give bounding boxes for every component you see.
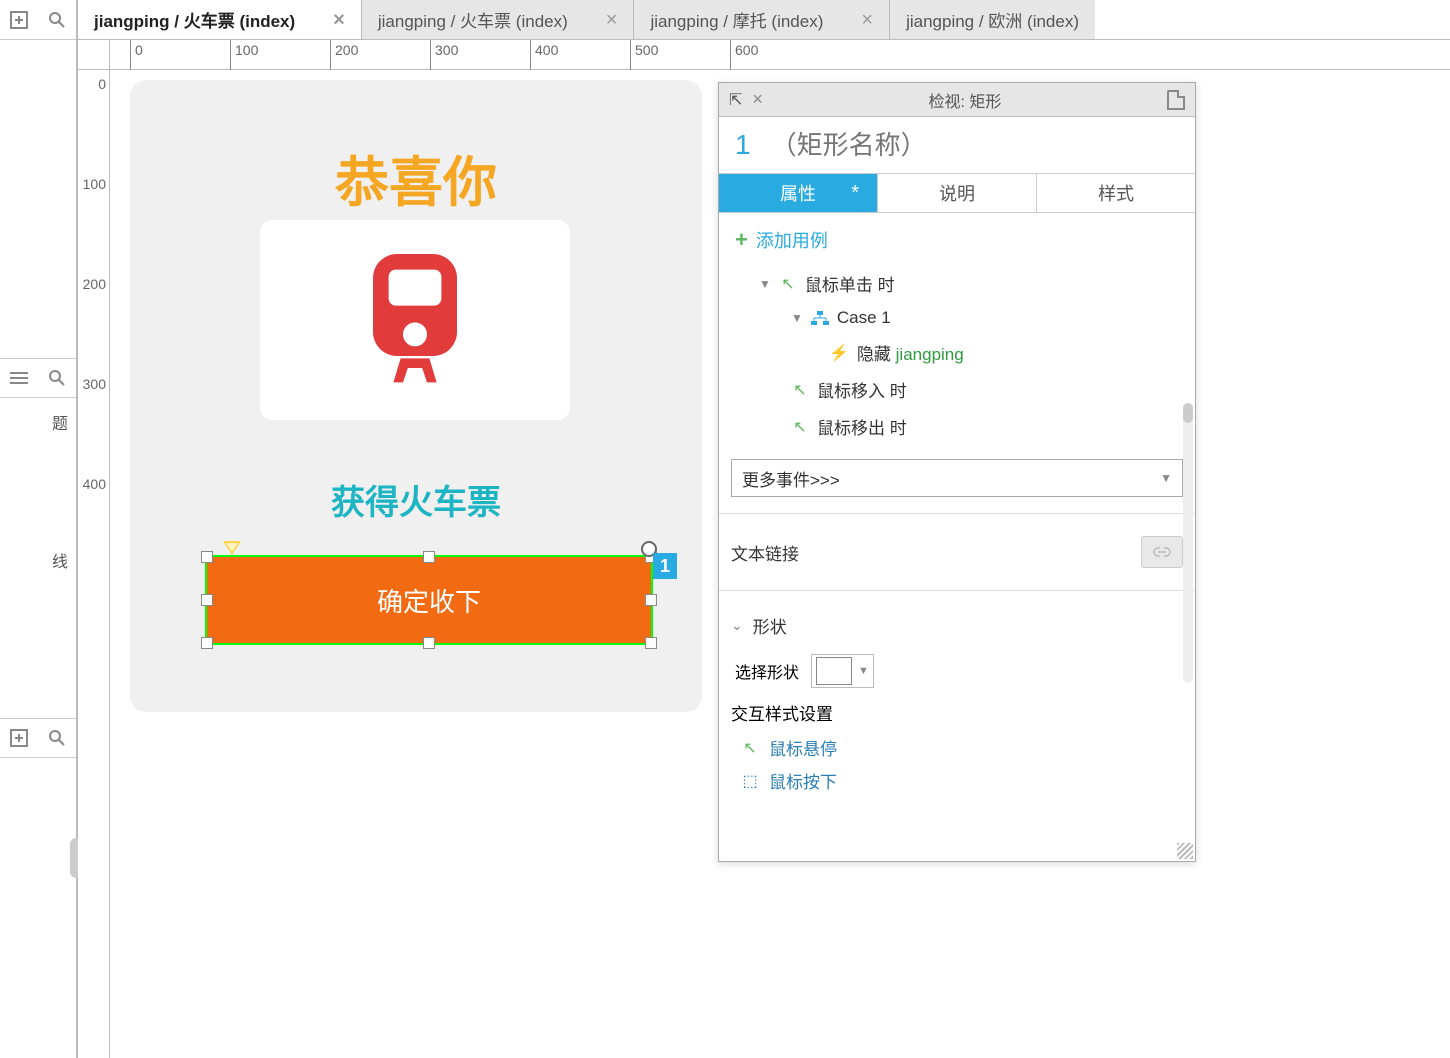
resize-handle[interactable] [201,637,213,649]
widget-name-input[interactable] [771,130,1179,161]
event-onclick[interactable]: ▼ 鼠标单击 时 [731,265,1183,302]
collapse-icon[interactable]: ▼ [759,277,771,291]
left-mid-tools [0,358,76,398]
chevron-down-icon: ▼ [1160,471,1172,485]
inspector-panel: ⇱ × 检视: 矩形 1 属性* 说明 样式 + 添加用例 ▼ 鼠标单击 时 ▼ [718,82,1196,862]
panel-resize-handle[interactable] [1177,843,1193,859]
button-label: 确定收下 [377,582,481,619]
ruler-vertical[interactable]: 0 100 200 300 400 [78,70,110,1058]
tab-notes[interactable]: 说明 [878,174,1037,212]
search-icon[interactable] [46,727,68,749]
interactions-tree: ▼ 鼠标单击 时 ▼ Case 1 ⚡ 隐藏 jiangping 鼠标移入 时 [731,265,1183,445]
tab-0[interactable]: jiangping / 火车票 (index) × [78,0,362,39]
event-mousein[interactable]: 鼠标移入 时 [731,371,1183,408]
shape-select-label: 选择形状 [735,659,799,683]
confirm-button-selected[interactable]: 确定收下 1 [205,555,653,645]
properties-body: + 添加用例 ▼ 鼠标单击 时 ▼ Case 1 ⚡ 隐藏 jiangping [719,213,1195,861]
action-hide[interactable]: ⚡ 隐藏 jiangping [731,334,1183,371]
tab-properties[interactable]: 属性* [719,174,878,212]
add-page-icon[interactable] [8,727,30,749]
close-icon[interactable]: × [333,10,345,30]
scrollbar-track [1183,403,1193,683]
cursor-icon [779,275,797,293]
istyle-hover[interactable]: 鼠标悬停 [731,731,1183,764]
event-mouseout[interactable]: 鼠标移出 时 [731,408,1183,445]
resize-handle[interactable] [645,637,657,649]
cursor-icon [791,381,809,399]
ruler-corner [78,40,110,70]
chevron-down-icon: ▼ [858,665,869,677]
left-sidebar-top-tools [0,0,76,40]
left-sidebar: 题 线 [0,0,78,1058]
more-events-select[interactable]: 更多事件>>> ▼ [731,459,1183,497]
shape-select-dropdown[interactable]: ▼ [811,654,874,688]
left-item-a[interactable]: 题 [0,398,76,446]
ruler-horizontal[interactable]: 0 100 200 300 400 500 600 [110,40,1450,70]
tab-style[interactable]: 样式 [1037,174,1195,212]
cursor-icon [741,739,759,757]
add-case-link[interactable]: + 添加用例 [731,223,1183,265]
resize-handle[interactable] [201,594,213,606]
collapse-icon[interactable]: ▼ [791,311,803,325]
undock-icon[interactable]: ⇱ [729,90,742,110]
menu-icon[interactable] [8,367,30,389]
resize-handle[interactable] [423,551,435,563]
tab-bar: jiangping / 火车票 (index) × jiangping / 火车… [78,0,1450,40]
tab-label: jiangping / 火车票 (index) [94,7,295,32]
search-icon[interactable] [46,9,68,31]
case-icon [811,311,829,325]
case-1[interactable]: ▼ Case 1 [731,302,1183,334]
footnote-number[interactable]: 1 [735,129,751,161]
cursor-icon [791,418,809,436]
inspector-title: 检视: 矩形 [773,88,1157,112]
close-icon[interactable]: × [752,89,763,110]
note-indicator-icon[interactable] [223,541,241,555]
text-link-row: 文本链接 [731,530,1183,574]
property-tabs: 属性* 说明 样式 [719,173,1195,213]
page-icon[interactable] [1167,90,1185,110]
istyle-mousedown[interactable]: ⬚ 鼠标按下 [731,764,1183,797]
lightning-icon: ⚡ [829,343,849,363]
left-bottom-tools [0,718,76,758]
interaction-badge[interactable]: 1 [653,553,677,579]
link-button[interactable] [1141,536,1183,568]
tab-2[interactable]: jiangping / 摩托 (index) × [634,0,890,39]
resize-handle[interactable] [201,551,213,563]
left-item-b[interactable]: 线 [0,536,76,584]
text-link-label: 文本链接 [731,540,799,565]
shape-swatch [816,657,852,685]
headline-text[interactable]: 恭喜你 [130,138,702,217]
icon-card[interactable] [260,220,570,420]
close-icon[interactable]: × [861,10,873,30]
add-page-icon[interactable] [8,9,30,31]
close-icon[interactable]: × [606,10,618,30]
widget-name-row: 1 [719,117,1195,173]
resize-handle[interactable] [423,637,435,649]
link-icon [1152,546,1172,558]
cursor-down-icon: ⬚ [741,772,759,790]
design-frame[interactable]: 恭喜你 获得火车票 确定收下 1 [130,80,702,712]
resize-handle[interactable] [645,594,657,606]
tab-label: jiangping / 火车票 (index) [378,7,568,32]
inspector-header[interactable]: ⇱ × 检视: 矩形 [719,83,1195,117]
shape-section-header[interactable]: ⌄ 形状 [731,607,1183,644]
tab-label: jiangping / 欧洲 (index) [906,7,1079,32]
action-target: jiangping [896,345,964,364]
plus-icon: + [735,227,748,253]
search-icon[interactable] [46,367,68,389]
train-icon [355,245,475,395]
tab-label: jiangping / 摩托 (index) [650,7,823,32]
chevron-down-icon: ⌄ [731,617,743,634]
subtitle-text[interactable]: 获得火车票 [130,475,702,524]
interaction-styles-title: 交互样式设置 [731,688,1183,731]
tab-1[interactable]: jiangping / 火车票 (index) × [362,0,635,39]
scrollbar-thumb[interactable] [1183,403,1193,423]
tab-3[interactable]: jiangping / 欧洲 (index) [890,0,1095,39]
